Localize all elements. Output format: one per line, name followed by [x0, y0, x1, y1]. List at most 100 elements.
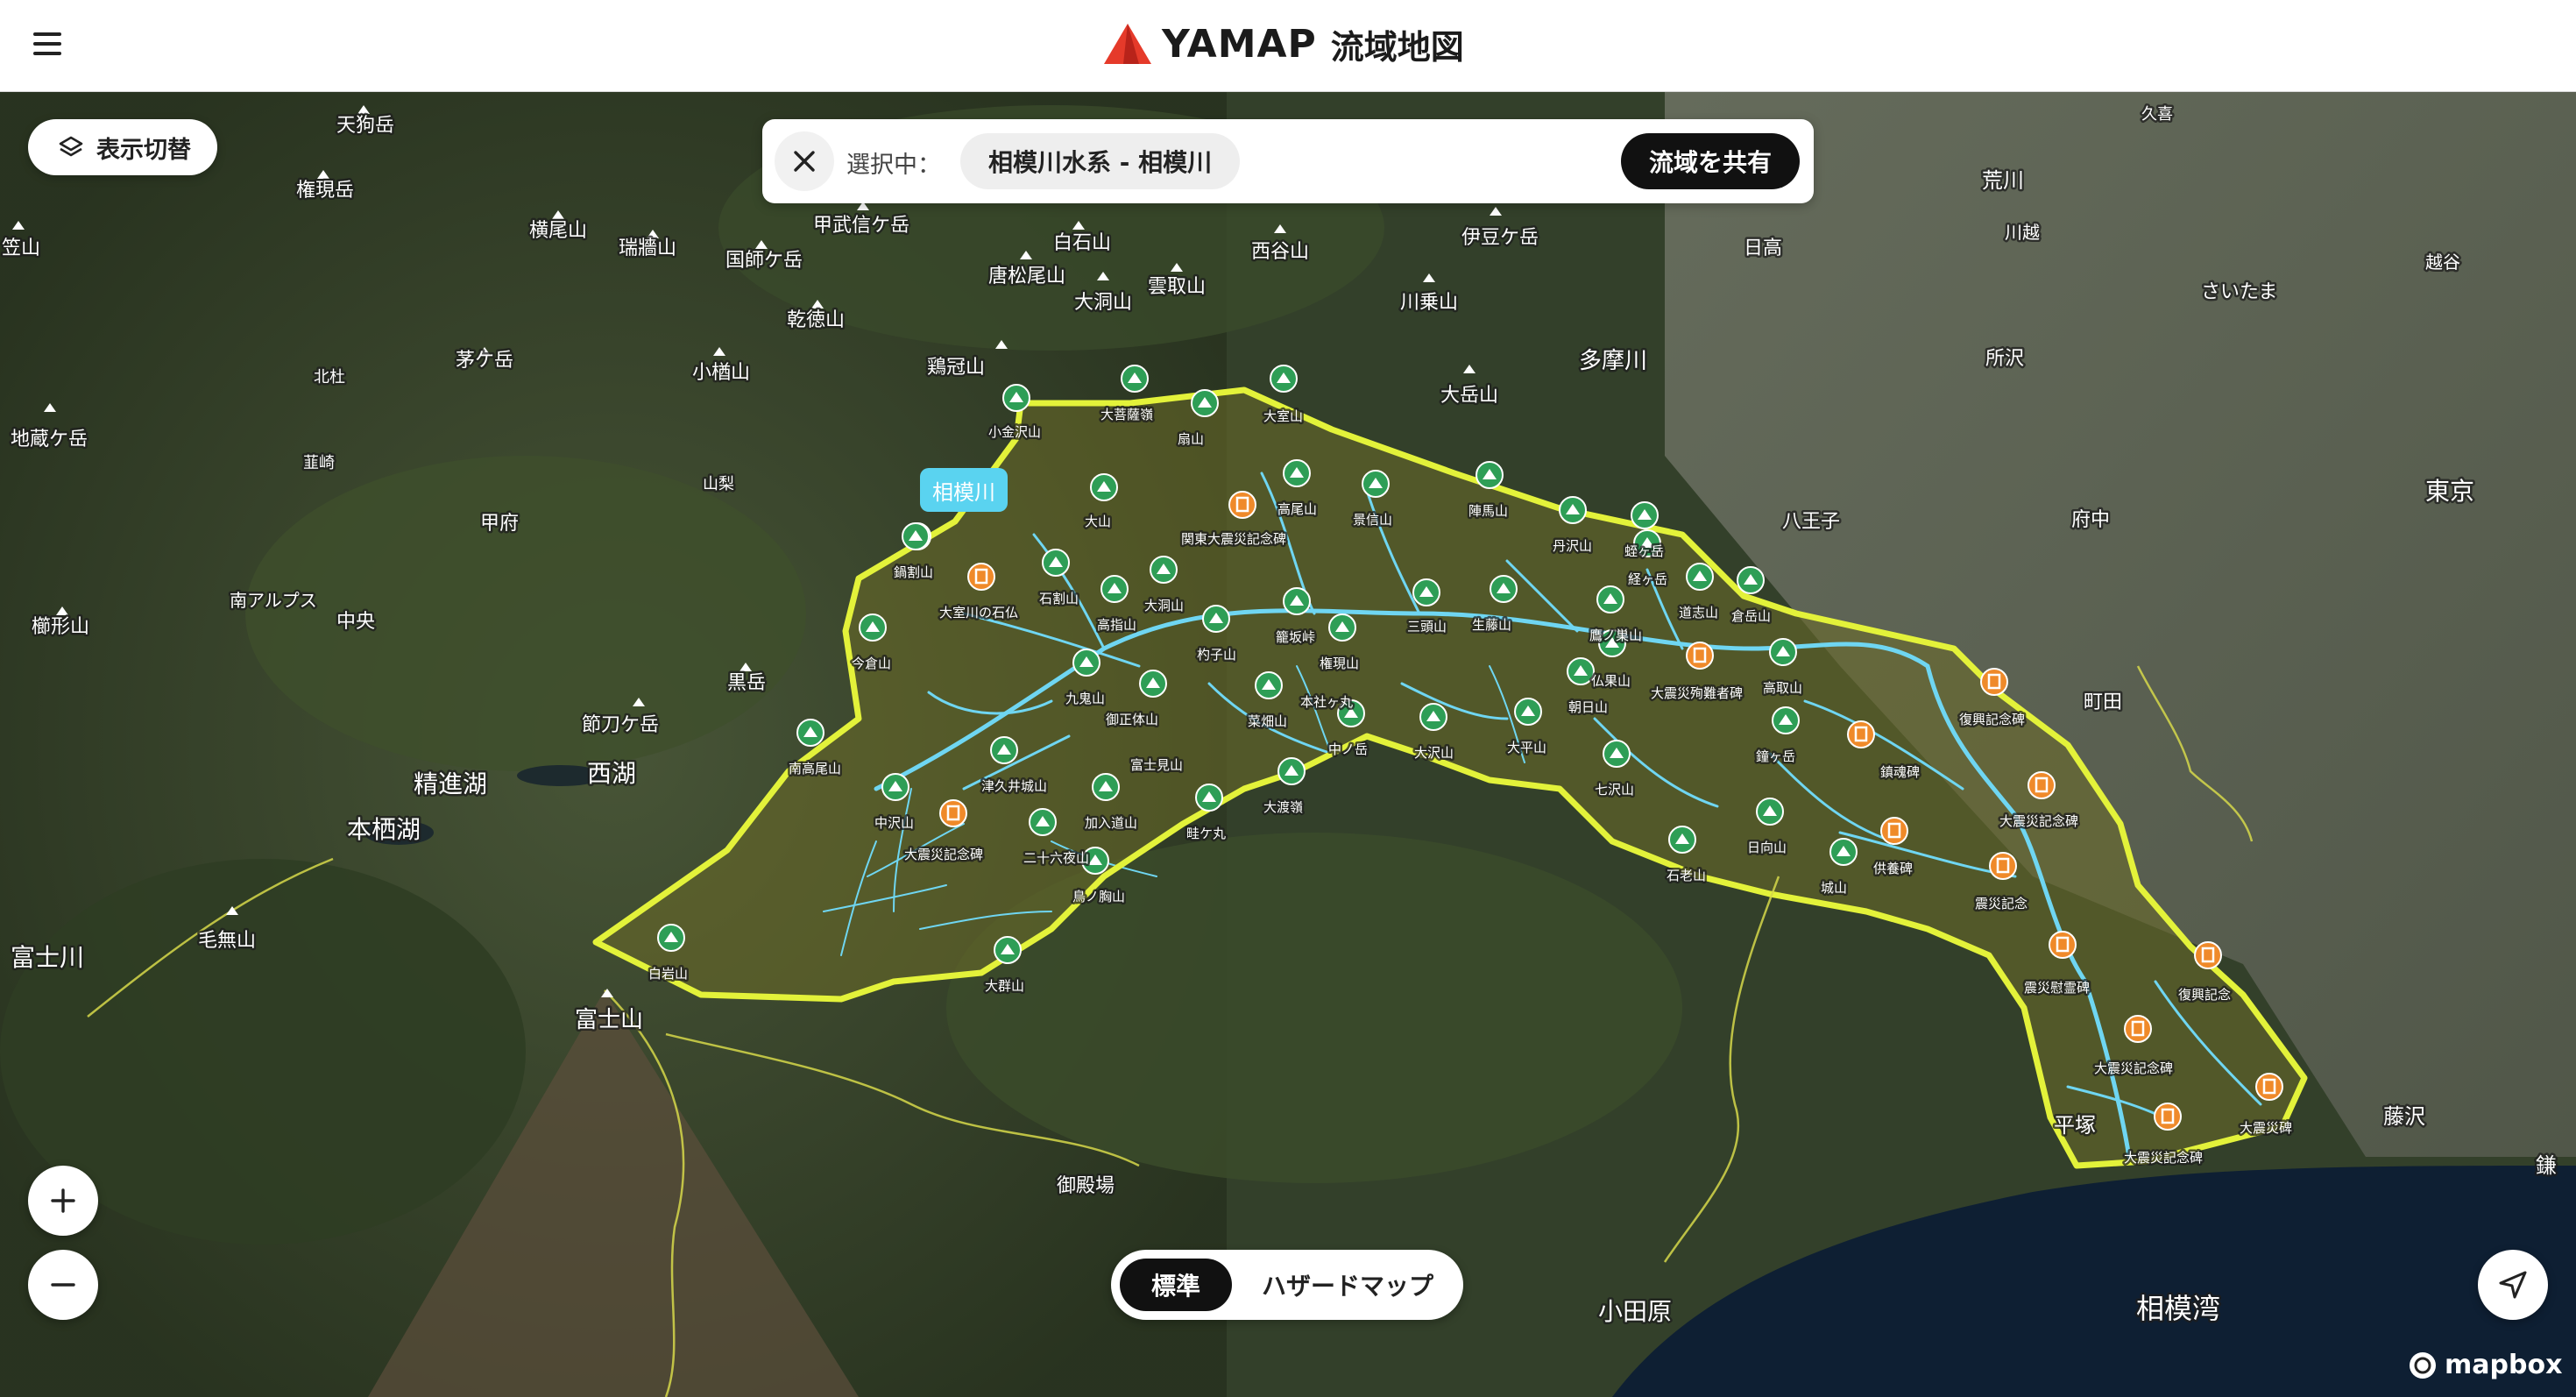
map-canvas[interactable]: 天狗岳 権現岳 横尾山 瑞牆山 国師ケ岳 甲武信ケ岳 白石山 唐松尾山 大洞山 …: [0, 91, 2576, 1397]
monument-label: 大震災記念碑: [2124, 1150, 2203, 1166]
monument-marker[interactable]: [2124, 1015, 2152, 1043]
mountain-marker[interactable]: [902, 522, 930, 550]
mountain-marker[interactable]: [1139, 670, 1167, 698]
locate-me-button[interactable]: [2478, 1250, 2548, 1320]
mountain-marker[interactable]: [1042, 549, 1070, 577]
place-label: 国師ケ岳: [725, 250, 803, 272]
monument-marker[interactable]: [2154, 1103, 2182, 1131]
mountain-marker[interactable]: [1270, 365, 1298, 393]
zoom-out-button[interactable]: [28, 1250, 98, 1320]
place-label: 瑞牆山: [619, 238, 676, 259]
place-label: 北杜: [314, 368, 345, 386]
basin-label: 蛭ヶ岳: [1624, 543, 1664, 559]
mountain-marker[interactable]: [796, 719, 824, 747]
river-name-tag[interactable]: 相模川: [920, 468, 1008, 512]
monument-label: 鎮魂碑: [1880, 764, 1920, 780]
place-label: 小楢山: [692, 362, 750, 384]
monument-marker[interactable]: [2049, 931, 2077, 959]
monument-marker[interactable]: [967, 563, 995, 591]
mountain-marker[interactable]: [1737, 566, 1765, 594]
mountain-marker[interactable]: [994, 936, 1022, 964]
mountain-marker[interactable]: [1514, 698, 1542, 726]
mountain-marker[interactable]: [1756, 798, 1784, 826]
monument-marker[interactable]: [939, 799, 967, 827]
mountain-marker[interactable]: [990, 736, 1018, 764]
monument-marker[interactable]: [2194, 941, 2222, 969]
monument-marker[interactable]: [2028, 771, 2056, 799]
monument-marker[interactable]: [1228, 491, 1256, 519]
mountain-marker[interactable]: [1603, 740, 1631, 768]
layer-toggle-button[interactable]: 表示切替: [28, 119, 217, 175]
mountain-marker[interactable]: [1328, 613, 1356, 642]
monument-marker[interactable]: [1847, 720, 1875, 748]
place-label: 府中: [2071, 509, 2110, 531]
monument-marker[interactable]: [1880, 817, 1908, 845]
mountain-marker[interactable]: [1090, 473, 1118, 501]
mountain-marker[interactable]: [1412, 578, 1440, 606]
close-selection-button[interactable]: [775, 131, 834, 191]
mountain-marker[interactable]: [1490, 575, 1518, 603]
monument-label: 復興記念: [2178, 987, 2231, 1003]
monument-marker[interactable]: [1980, 668, 2008, 696]
mountain-marker[interactable]: [1559, 496, 1587, 524]
place-label: 富士川: [11, 943, 84, 972]
mountain-marker[interactable]: [1121, 365, 1149, 393]
monument-marker[interactable]: [1686, 642, 1714, 670]
basin-label: 七沢山: [1595, 782, 1634, 798]
mountain-marker[interactable]: [1191, 389, 1219, 417]
basin-label: 九鬼山: [1065, 691, 1105, 706]
mountain-marker[interactable]: [1362, 470, 1390, 498]
mountain-marker[interactable]: [1631, 501, 1659, 529]
mountain-marker[interactable]: [1277, 757, 1306, 785]
mountain-marker[interactable]: [1686, 563, 1714, 591]
mountain-marker[interactable]: [1419, 703, 1447, 731]
mountain-marker[interactable]: [1829, 838, 1858, 866]
mountain-marker[interactable]: [1029, 808, 1057, 836]
mountain-marker[interactable]: [1092, 773, 1120, 801]
basin-label: 富士見山: [1130, 757, 1183, 773]
mountain-marker[interactable]: [1772, 706, 1800, 734]
mountain-marker[interactable]: [1668, 826, 1696, 854]
mountain-marker[interactable]: [1769, 638, 1797, 666]
mountain-marker[interactable]: [1072, 649, 1100, 677]
mountain-marker[interactable]: [657, 924, 685, 952]
monument-label: 大震災記念碑: [1999, 813, 2078, 829]
mountain-marker[interactable]: [1255, 671, 1283, 699]
basin-label: 大沢山: [1414, 745, 1454, 761]
place-label: 精進湖: [414, 769, 487, 798]
place-label: 八王子: [1782, 511, 1840, 533]
mountain-marker[interactable]: [1202, 605, 1230, 633]
mountain-marker[interactable]: [1150, 556, 1178, 584]
mountain-marker[interactable]: [1596, 585, 1624, 613]
place-label: 甲府: [480, 513, 519, 535]
basin-label: 高指山: [1097, 617, 1136, 633]
app-logo[interactable]: YAMAP 流域地図: [1102, 18, 1464, 70]
place-label: 韮崎: [303, 454, 335, 472]
mountain-marker[interactable]: [1195, 784, 1223, 812]
mountain-marker[interactable]: [1100, 575, 1129, 603]
mode-hazard-button[interactable]: ハザードマップ: [1242, 1259, 1453, 1311]
place-label: 鎌: [2536, 1153, 2557, 1178]
mountain-marker[interactable]: [1476, 461, 1504, 489]
basin-label: 鐘ヶ岳: [1756, 748, 1795, 764]
mountain-marker[interactable]: [1567, 657, 1595, 685]
monument-marker[interactable]: [2255, 1073, 2283, 1101]
selection-bar: 選択中： 相模川水系 - 相模川 流域を共有: [762, 119, 1814, 203]
basin-label: 杓子山: [1197, 647, 1236, 663]
zoom-in-button[interactable]: [28, 1166, 98, 1236]
mountain-marker[interactable]: [1283, 587, 1311, 615]
minus-icon: [51, 1283, 75, 1287]
monument-label: 供養碑: [1873, 861, 1913, 876]
mountain-marker[interactable]: [881, 773, 909, 801]
mountain-marker[interactable]: [1002, 384, 1030, 412]
place-label: 鶏冠山: [927, 357, 985, 379]
mountain-marker[interactable]: [1283, 459, 1311, 487]
selected-basin-chip[interactable]: 相模川水系 - 相模川: [960, 133, 1241, 189]
mapbox-attribution[interactable]: mapbox: [2408, 1350, 2562, 1380]
mode-standard-button[interactable]: 標準: [1120, 1259, 1232, 1311]
hamburger-menu-icon[interactable]: [30, 26, 65, 61]
share-basin-button[interactable]: 流域を共有: [1620, 133, 1800, 189]
mountain-marker[interactable]: [859, 613, 887, 642]
monument-marker[interactable]: [1989, 852, 2017, 880]
place-label: 川乗山: [1400, 292, 1458, 314]
